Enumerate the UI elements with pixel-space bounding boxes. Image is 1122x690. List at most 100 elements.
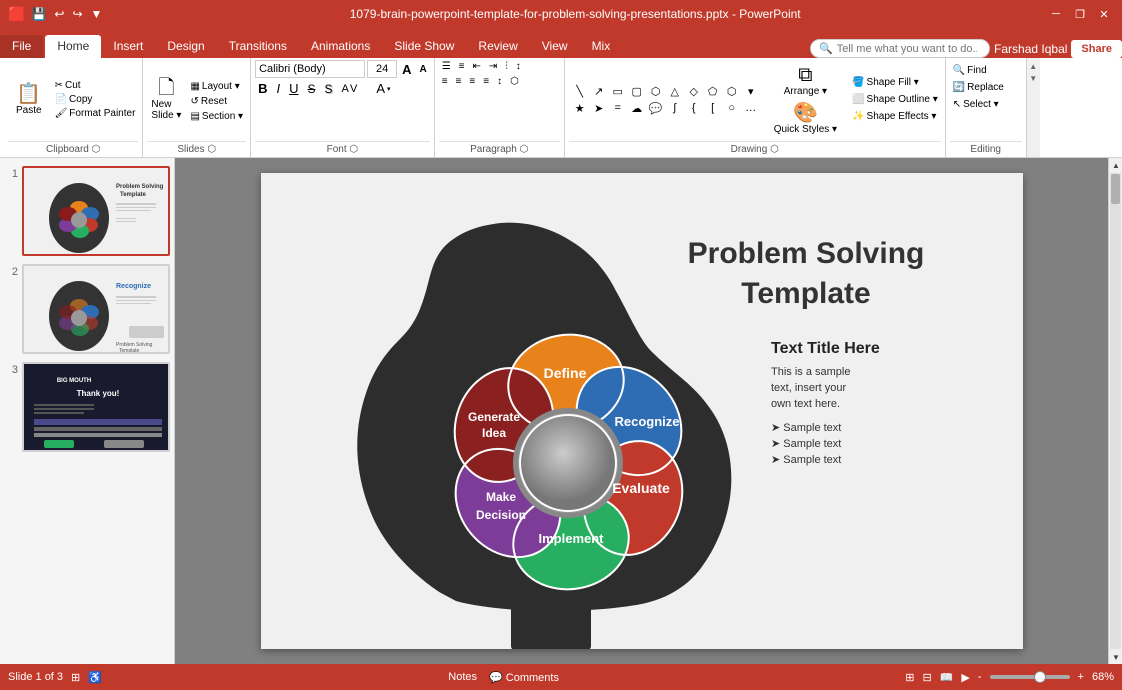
align-center-button[interactable]: ≡	[453, 75, 465, 88]
copy-button[interactable]: 📄 Copy	[52, 93, 139, 106]
shape-curve[interactable]: ∫	[666, 100, 684, 116]
align-left-button[interactable]: ≡	[439, 75, 451, 88]
arrange-button[interactable]: ⧉ Arrange ▾	[770, 63, 841, 99]
select-button[interactable]: ↖ Select ▾	[950, 98, 1002, 111]
tab-design[interactable]: Design	[155, 35, 216, 58]
font-size-select[interactable]: 24	[367, 60, 397, 78]
shape-outline-button[interactable]: ⬜ Shape Outline ▾	[849, 93, 941, 106]
shape-arrow2[interactable]: ➤	[590, 100, 608, 116]
zoom-in-button[interactable]: +	[1078, 671, 1084, 683]
shape-arrow[interactable]: ↗	[590, 83, 608, 99]
restore-button[interactable]: ❐	[1070, 4, 1090, 24]
reading-view-button[interactable]: 📖	[940, 671, 954, 684]
underline-button[interactable]: U	[286, 80, 301, 97]
shape-snip[interactable]: ⬡	[647, 83, 665, 99]
cut-button[interactable]: ✂ Cut	[52, 79, 139, 92]
font-color-button[interactable]: A▾	[373, 80, 393, 97]
slide-thumbnail-1[interactable]: 1 Problem Solving Template	[4, 166, 170, 256]
decrease-indent-button[interactable]: ⇤	[470, 60, 484, 73]
shape-brace[interactable]: {	[685, 100, 703, 116]
undo-quickaccess[interactable]: ↩	[52, 5, 66, 23]
zoom-slider[interactable]	[990, 675, 1070, 679]
slide-thumbnail-2[interactable]: 2 Recognize Problem S	[4, 264, 170, 354]
shape-triangle[interactable]: △	[666, 83, 684, 99]
shadow-button[interactable]: S	[322, 81, 336, 97]
shape-eq[interactable]: =	[609, 100, 627, 116]
close-button[interactable]: ✕	[1094, 4, 1114, 24]
numbering-button[interactable]: ≡	[456, 60, 468, 73]
minimize-button[interactable]: ─	[1046, 4, 1066, 24]
scroll-up-button[interactable]: ▲	[1109, 158, 1122, 172]
scroll-down-button[interactable]: ▼	[1109, 650, 1122, 664]
shapes-gallery[interactable]: ╲ ↗ ▭ ▢ ⬡ △ ◇ ⬠ ⬡ ▾ ★ ➤ = ☁ 💬 ∫ { [ ○ …	[569, 81, 762, 118]
shape-rrect[interactable]: ▢	[628, 83, 646, 99]
tab-view[interactable]: View	[530, 35, 580, 58]
tab-file[interactable]: File	[0, 35, 43, 58]
notes-button[interactable]: Notes	[448, 671, 477, 683]
shape-effects-button[interactable]: ✨ Shape Effects ▾	[849, 110, 941, 123]
shape-hex[interactable]: ⬡	[723, 83, 741, 99]
tab-insert[interactable]: Insert	[101, 35, 155, 58]
tab-home[interactable]: Home	[45, 35, 101, 58]
slide-thumbnail-3[interactable]: 3 BIG MOUTH Thank you!	[4, 362, 170, 452]
shape-line[interactable]: ╲	[571, 83, 589, 99]
slide-sorter-button[interactable]: ⊟	[922, 671, 931, 684]
layout-button[interactable]: ▦ Layout ▾	[187, 80, 246, 93]
shape-fill-button[interactable]: 🪣 Shape Fill ▾	[849, 76, 941, 89]
tell-me-box[interactable]: 🔍	[810, 39, 990, 58]
format-painter-button[interactable]: 🖌 Format Painter	[52, 107, 139, 120]
tab-mix[interactable]: Mix	[580, 35, 623, 58]
italic-button[interactable]: I	[273, 80, 283, 97]
bold-button[interactable]: B	[255, 80, 270, 97]
convert-smartart-button[interactable]: ⬡	[507, 75, 522, 88]
slide-preview-1[interactable]: Problem Solving Template	[22, 166, 170, 256]
align-right-button[interactable]: ≡	[466, 75, 478, 88]
save-quickaccess[interactable]: 💾	[29, 5, 48, 23]
new-slide-button[interactable]: 🗋 NewSlide ▾	[147, 76, 185, 123]
paste-button[interactable]: 📋 Paste	[8, 82, 50, 118]
ribbon-scroll-up[interactable]: ▲	[1027, 60, 1039, 72]
tell-me-input[interactable]	[837, 43, 977, 55]
replace-button[interactable]: 🔄 Replace	[950, 81, 1007, 94]
shape-star[interactable]: ★	[571, 100, 589, 116]
redo-quickaccess[interactable]: ↪	[70, 5, 84, 23]
tab-transitions[interactable]: Transitions	[217, 35, 299, 58]
decrease-font-button[interactable]: A	[416, 63, 429, 76]
increase-indent-button[interactable]: ⇥	[486, 60, 500, 73]
tab-animations[interactable]: Animations	[299, 35, 382, 58]
comments-button[interactable]: 💬 Comments	[489, 671, 559, 684]
font-family-select[interactable]: Calibri (Body)	[255, 60, 365, 78]
columns-button[interactable]: ⫶	[502, 60, 511, 73]
shapes-more[interactable]: ▾	[742, 83, 760, 99]
increase-font-button[interactable]: A	[399, 61, 414, 78]
shape-more2[interactable]: …	[742, 100, 760, 116]
customize-quickaccess[interactable]: ▼	[89, 5, 105, 23]
section-button[interactable]: ▤ Section ▾	[187, 110, 246, 123]
line-spacing-button[interactable]: ↕	[494, 75, 505, 88]
slide-preview-3[interactable]: BIG MOUTH Thank you!	[22, 362, 170, 452]
tab-slideshow[interactable]: Slide Show	[382, 35, 466, 58]
shape-diamond[interactable]: ◇	[685, 83, 703, 99]
char-spacing-button[interactable]: AV	[339, 82, 363, 96]
zoom-out-button[interactable]: -	[978, 671, 982, 683]
text-direction-button[interactable]: ↕	[513, 60, 524, 73]
tab-review[interactable]: Review	[466, 35, 529, 58]
normal-view-button[interactable]: ⊞	[905, 671, 914, 684]
shape-cloud[interactable]: ☁	[628, 100, 646, 116]
justify-button[interactable]: ≡	[480, 75, 492, 88]
shape-pentagon[interactable]: ⬠	[704, 83, 722, 99]
reset-button[interactable]: ↺ Reset	[187, 95, 246, 108]
slideshow-button[interactable]: ▶	[961, 671, 969, 684]
strikethrough-button[interactable]: S	[304, 81, 318, 97]
share-button[interactable]: Share	[1071, 40, 1122, 58]
slide-canvas[interactable]: Define Recognize Evaluate Implement Make…	[261, 173, 1023, 649]
shape-oval[interactable]: ○	[723, 100, 741, 116]
ribbon-scroll-down[interactable]: ▼	[1027, 72, 1039, 84]
bullets-button[interactable]: ☰	[439, 60, 454, 73]
shape-rect[interactable]: ▭	[609, 83, 627, 99]
shape-callout[interactable]: 💬	[647, 100, 665, 116]
slide-preview-2[interactable]: Recognize Problem Solving Template	[22, 264, 170, 354]
find-button[interactable]: 🔍 Find	[950, 64, 990, 77]
quick-styles-button[interactable]: 🎨 Quick Styles ▾	[770, 101, 841, 137]
shape-bracket[interactable]: [	[704, 100, 722, 116]
